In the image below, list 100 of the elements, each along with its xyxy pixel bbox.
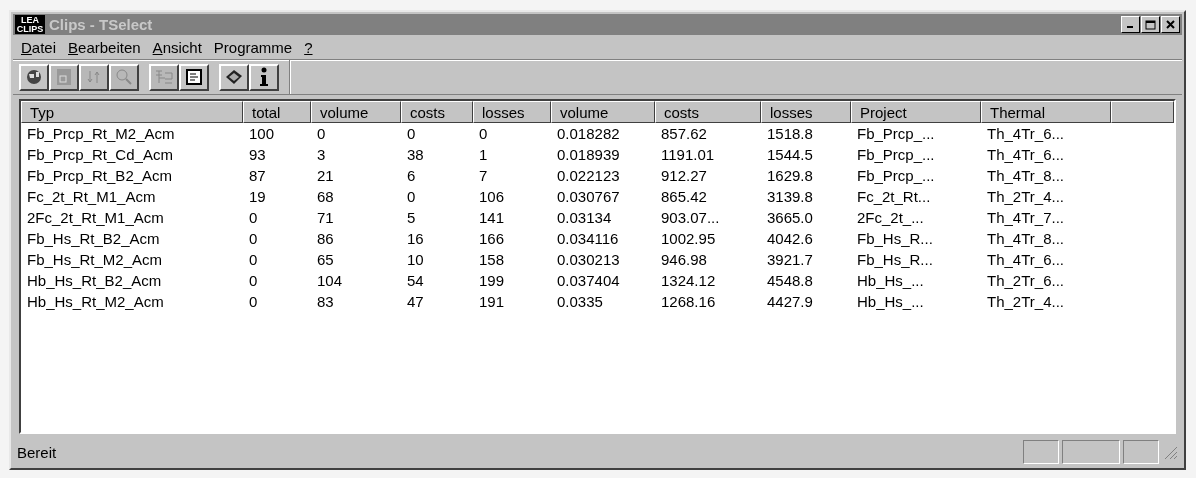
- table-cell-text: Th_2Tr_4...: [986, 293, 1065, 310]
- table-cell-text: 21: [316, 167, 335, 184]
- menu-item[interactable]: Datei: [15, 38, 63, 56]
- table-cell-text: 68: [316, 188, 335, 205]
- column-header[interactable]: costs: [401, 101, 473, 123]
- table-cell-text: 10: [406, 251, 425, 268]
- column-header[interactable]: volume: [551, 101, 655, 123]
- toolbar-button[interactable]: [19, 63, 49, 91]
- table-cell-text: 199: [478, 272, 506, 289]
- status-pane: [1023, 440, 1059, 464]
- column-header[interactable]: losses: [473, 101, 551, 123]
- menu-item[interactable]: Programme: [207, 38, 299, 56]
- form-icon: [56, 68, 72, 86]
- table-cell-text: Fb_Hs_R...: [856, 251, 934, 268]
- table-cell-text: 3: [316, 146, 327, 163]
- table-cell-text: Th_4Tr_6...: [986, 125, 1065, 142]
- table-cell-text: 0.03134: [556, 209, 613, 226]
- resize-grip-icon[interactable]: [1162, 444, 1178, 460]
- table-cell-text: Th_2Tr_6...: [986, 272, 1065, 289]
- table-cell-text: 6: [406, 167, 417, 184]
- table-cell-text: Th_4Tr_6...: [986, 146, 1065, 163]
- table-cell-text: 0.037404: [556, 272, 621, 289]
- column-header[interactable]: total: [243, 101, 311, 123]
- table-cell-text: 0.022123: [556, 167, 621, 184]
- table-cell-text: Fb_Prcp_Rt_B2_Acm: [26, 167, 174, 184]
- table-cell-text: Fb_Hs_R...: [856, 230, 934, 247]
- toolbar-button[interactable]: [249, 63, 279, 91]
- table-cell-text: 946.98: [660, 251, 708, 268]
- minimize-button[interactable]: [1121, 16, 1140, 33]
- table-cell-text: 0: [248, 272, 259, 289]
- table-cell-text: 903.07...: [660, 209, 721, 226]
- status-pane: [1123, 440, 1159, 464]
- table-cell-text: 4427.9: [766, 293, 814, 310]
- table-cell-text: 1191.01: [660, 146, 716, 163]
- table-cell-text: 16: [406, 230, 425, 247]
- app-logo: LEA CLIPS: [15, 15, 45, 34]
- table-cell-text: Fb_Prcp_Rt_M2_Acm: [26, 125, 176, 142]
- table-cell-text: 0: [248, 251, 259, 268]
- table-cell-text: Fb_Prcp_...: [856, 146, 936, 163]
- search-icon: [115, 68, 133, 86]
- column-header[interactable]: costs: [655, 101, 761, 123]
- table-cell-text: Fc_2t_Rt...: [856, 188, 932, 205]
- table-cell-text: 2Fc_2t_Rt_M1_Acm: [26, 209, 165, 226]
- table-cell-text: 158: [478, 251, 506, 268]
- table-cell-text: 141: [478, 209, 506, 226]
- menu-item[interactable]: Bearbeiten: [62, 38, 147, 56]
- table-cell-text: Th_4Tr_6...: [986, 251, 1065, 268]
- column-header[interactable]: Thermal: [981, 101, 1111, 123]
- column-header[interactable]: Typ: [21, 101, 243, 123]
- globe-icon: [25, 68, 43, 86]
- table-cell-text: 0.030767: [556, 188, 621, 205]
- menu-item[interactable]: Ansicht: [146, 38, 208, 56]
- table-cell-text: 54: [406, 272, 425, 289]
- table-cell-text: 2Fc_2t_...: [856, 209, 925, 226]
- table-cell-text: 1: [478, 146, 489, 163]
- table-cell-text: 106: [478, 188, 506, 205]
- table-cell-text: 0: [478, 125, 489, 142]
- maximize-button[interactable]: [1141, 16, 1160, 33]
- toolbar-button[interactable]: [179, 63, 209, 91]
- table-cell-text: 71: [316, 209, 335, 226]
- table-cell-text: 19: [248, 188, 267, 205]
- close-icon: [1166, 20, 1175, 29]
- column-header[interactable]: Project: [851, 101, 981, 123]
- table-cell-text: 83: [316, 293, 335, 310]
- table-cell-text: 87: [248, 167, 267, 184]
- toolbar-button[interactable]: [219, 63, 249, 91]
- table-cell-text: Fb_Prcp_...: [856, 167, 936, 184]
- table-cell-text: 93: [248, 146, 267, 163]
- table-cell-text: 865.42: [660, 188, 708, 205]
- column-header[interactable]: volume: [311, 101, 401, 123]
- table-cell-text: 7: [478, 167, 489, 184]
- table-cell-text: 1268.16: [660, 293, 717, 310]
- table-cell-text: 0: [248, 209, 259, 226]
- table-cell-text: 1518.8: [766, 125, 814, 142]
- maximize-icon: [1145, 19, 1156, 30]
- table-cell-text: 0: [248, 230, 259, 247]
- menu-item[interactable]: ?: [298, 38, 319, 56]
- table-cell-text: 0: [406, 125, 417, 142]
- table-cell-text: 4042.6: [766, 230, 814, 247]
- column-header[interactable]: losses: [761, 101, 851, 123]
- window-title: Clips - TSelect: [49, 16, 154, 33]
- table-cell-text: 191: [478, 293, 506, 310]
- tree-icon: [154, 68, 174, 86]
- table-cell-text: 5: [406, 209, 417, 226]
- table-cell-text: 47: [406, 293, 425, 310]
- close-button[interactable]: [1161, 16, 1180, 33]
- table-cell-text: 1544.5: [766, 146, 814, 163]
- table-cell-text: 0.018939: [556, 146, 621, 163]
- table-cell-text: 0: [316, 125, 327, 142]
- table-cell-text: 857.62: [660, 125, 708, 142]
- table-cell-text: Hb_Hs_...: [856, 272, 925, 289]
- table-cell-text: 1324.12: [660, 272, 717, 289]
- table-cell-text: 0: [406, 188, 417, 205]
- table-cell-text: Hb_Hs_...: [856, 293, 925, 310]
- table-cell-text: 100: [248, 125, 276, 142]
- table-cell-text: 3921.7: [766, 251, 814, 268]
- table-cell-text: 0.034116: [556, 230, 620, 247]
- status-pane: [1062, 440, 1120, 464]
- table-cell-text: 0: [248, 293, 259, 310]
- table-cell-text: 912.27: [660, 167, 708, 184]
